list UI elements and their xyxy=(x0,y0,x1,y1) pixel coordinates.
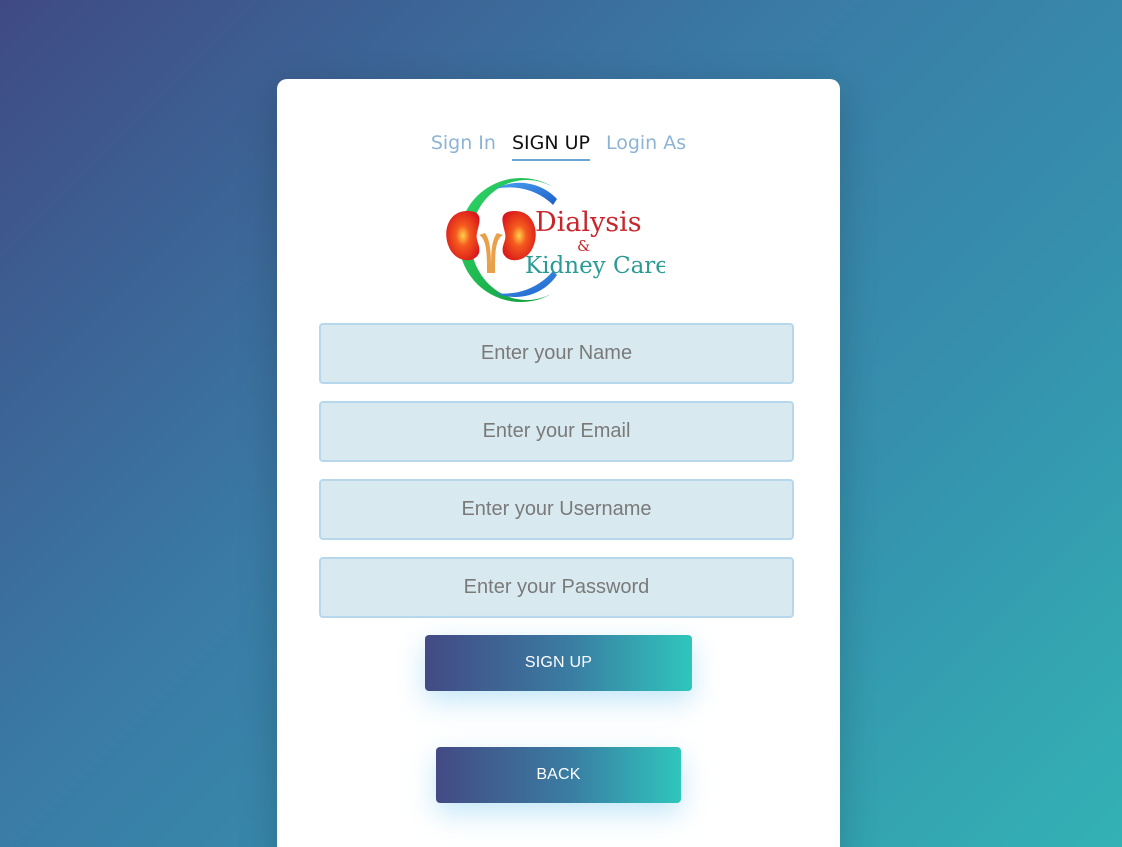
tab-sign-up[interactable]: SIGN UP xyxy=(511,131,590,161)
sign-up-button[interactable]: SIGN UP xyxy=(425,635,692,691)
svg-text:Kidney Care: Kidney Care xyxy=(525,253,665,279)
auth-tabs: Sign In SIGN UP Login As xyxy=(277,131,840,161)
back-button[interactable]: BACK xyxy=(436,747,681,803)
password-input[interactable] xyxy=(319,557,794,618)
tab-sign-in[interactable]: Sign In xyxy=(431,131,496,161)
signup-card: Sign In SIGN UP Login As Dialysis & Kidn… xyxy=(277,79,840,847)
username-input[interactable] xyxy=(319,479,794,540)
svg-text:Dialysis: Dialysis xyxy=(535,207,642,238)
dialysis-kidney-care-logo: Dialysis & Kidney Care xyxy=(446,178,665,302)
email-input[interactable] xyxy=(319,401,794,462)
name-input[interactable] xyxy=(319,323,794,384)
tab-login-as[interactable]: Login As xyxy=(606,131,686,161)
kidney-icon xyxy=(446,211,536,273)
